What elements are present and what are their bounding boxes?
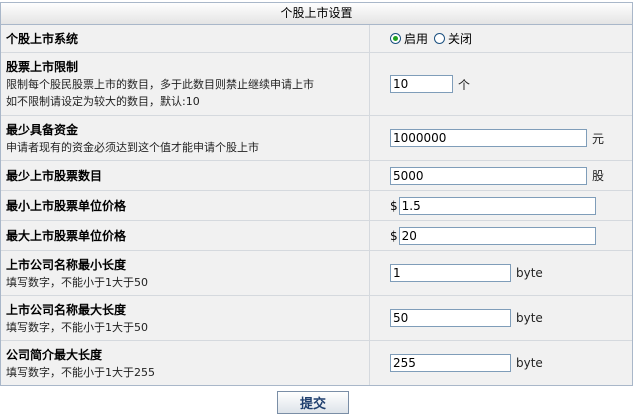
unit-label: 股 <box>592 169 605 183</box>
max-price-input[interactable] <box>398 226 596 245</box>
row-label: 最少上市股票数目 <box>1 161 370 190</box>
row-title: 股票上市限制 <box>6 60 79 74</box>
row-min-price: 最小上市股票单位价格 $ <box>1 191 632 221</box>
submit-button[interactable]: 提交 <box>277 391 349 414</box>
name-max-length-input[interactable] <box>390 309 511 327</box>
currency-symbol: $ <box>390 198 398 213</box>
settings-panel: 个股上市设置 个股上市系统 启用 关闭 股票上市限制 限制每个股民股票上市的数目… <box>0 2 633 386</box>
row-desc: 限制每个股民股票上市的数目，多于此数目则禁止继续申请上市 <box>6 78 314 91</box>
intro-max-length-input[interactable] <box>390 354 511 372</box>
row-title: 公司简介最大长度 <box>6 347 103 362</box>
min-price-input[interactable] <box>398 196 596 215</box>
row-desc: 填写数字，不能小于1大于50 <box>6 320 148 334</box>
row-max-price: 最大上市股票单位价格 $ <box>1 221 632 251</box>
row-label: 股票上市限制 限制每个股民股票上市的数目，多于此数目则禁止继续申请上市 如不限制… <box>1 53 370 115</box>
row-control: $ <box>370 221 632 250</box>
row-intro-max-length: 公司简介最大长度 填写数字，不能小于1大于255 byte <box>1 341 632 385</box>
row-title: 最少具备资金 <box>6 122 79 137</box>
row-label: 上市公司名称最小长度 填写数字，不能小于1大于50 <box>1 251 370 295</box>
row-desc: 申请者现有的资金必须达到这个值才能申请个股上市 <box>6 140 259 154</box>
row-control: byte <box>370 251 632 295</box>
row-title: 最大上市股票单位价格 <box>6 228 127 243</box>
row-title: 最少上市股票数目 <box>6 168 103 183</box>
panel-header: 个股上市设置 <box>1 3 632 25</box>
unit-label: byte <box>516 311 543 325</box>
row-label: 个股上市系统 <box>1 25 370 52</box>
row-control: byte <box>370 341 632 385</box>
radio-enable[interactable]: 启用 <box>390 30 428 47</box>
row-label: 最大上市股票单位价格 <box>1 221 370 250</box>
row-label: 最少具备资金 申请者现有的资金必须达到这个值才能申请个股上市 <box>1 116 370 160</box>
radio-off-icon[interactable] <box>434 33 446 44</box>
row-control: 元 <box>370 116 632 160</box>
row-control: byte <box>370 296 632 340</box>
row-control: 启用 关闭 <box>370 25 632 52</box>
row-min-shares: 最少上市股票数目 股 <box>1 161 632 191</box>
row-title: 最小上市股票单位价格 <box>6 198 127 213</box>
unit-label: byte <box>516 356 543 370</box>
row-control: 个 <box>370 53 632 115</box>
radio-disable-label: 关闭 <box>448 32 473 46</box>
row-desc: 填写数字，不能小于1大于50 <box>6 275 148 289</box>
row-listing-limit: 股票上市限制 限制每个股民股票上市的数目，多于此数目则禁止继续申请上市 如不限制… <box>1 53 632 116</box>
listing-limit-input[interactable] <box>390 75 453 93</box>
row-control: 股 <box>370 161 632 190</box>
name-min-length-input[interactable] <box>390 264 511 282</box>
row-title: 上市公司名称最大长度 <box>6 302 127 317</box>
submit-area: 提交 <box>277 391 349 414</box>
unit-label: 元 <box>592 131 605 146</box>
row-min-funds: 最少具备资金 申请者现有的资金必须达到这个值才能申请个股上市 元 <box>1 116 632 161</box>
min-funds-input[interactable] <box>390 129 587 147</box>
radio-on-icon[interactable] <box>390 33 401 44</box>
row-label: 上市公司名称最大长度 填写数字，不能小于1大于50 <box>1 296 370 340</box>
row-label: 最小上市股票单位价格 <box>1 191 370 220</box>
unit-label: 个 <box>458 77 471 92</box>
radio-disable[interactable]: 关闭 <box>434 30 472 47</box>
min-shares-input[interactable] <box>390 166 587 185</box>
radio-enable-label: 启用 <box>404 32 429 46</box>
row-name-max-length: 上市公司名称最大长度 填写数字，不能小于1大于50 byte <box>1 296 632 341</box>
currency-symbol: $ <box>390 228 398 243</box>
row-name-min-length: 上市公司名称最小长度 填写数字，不能小于1大于50 byte <box>1 251 632 296</box>
row-stock-listing-system: 个股上市系统 启用 关闭 <box>1 25 632 53</box>
row-control: $ <box>370 191 632 220</box>
row-title: 个股上市系统 <box>6 31 79 46</box>
row-desc: 如不限制请设定为较大的数目，默认:10 <box>6 95 200 108</box>
row-label: 公司简介最大长度 填写数字，不能小于1大于255 <box>1 341 370 385</box>
row-title: 上市公司名称最小长度 <box>6 257 127 272</box>
row-desc: 填写数字，不能小于1大于255 <box>6 365 155 379</box>
unit-label: byte <box>516 266 543 280</box>
